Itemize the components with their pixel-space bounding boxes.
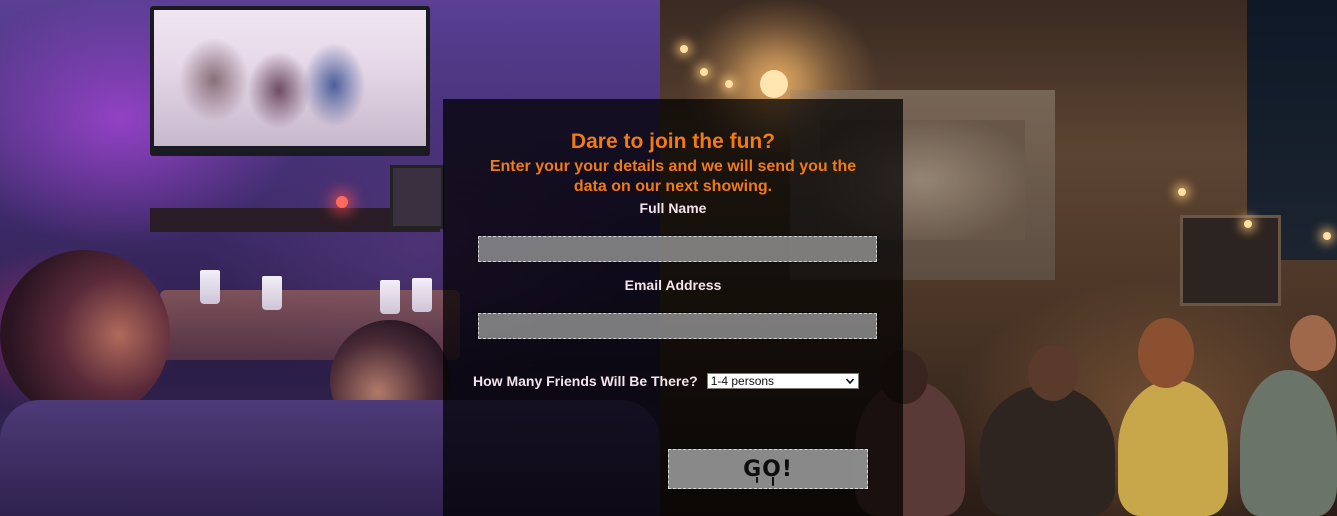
drip-decoration [772, 477, 774, 486]
tv-screen [154, 10, 426, 146]
string-light [725, 80, 733, 88]
friends-count-row: How Many Friends Will Be There? 1-4 pers… [473, 371, 859, 391]
picture-frame [390, 165, 444, 229]
person-silhouette [980, 385, 1115, 516]
signup-form-panel: Dare to join the fun? Enter your your de… [443, 99, 903, 516]
page: Dare to join the fun? Enter your your de… [0, 0, 1337, 516]
tv-image [150, 6, 430, 156]
friends-count-selected-value: 1-4 persons [710, 374, 775, 388]
string-light [1244, 220, 1252, 228]
form-subtitle: Enter your your details and we will send… [489, 158, 857, 195]
cup [200, 270, 220, 304]
drip-decoration [756, 477, 758, 483]
go-button-label: GO! [743, 456, 793, 482]
cup [380, 280, 400, 314]
full-name-label: Full Name [639, 200, 707, 216]
person-head [1290, 315, 1336, 371]
person-silhouette [1240, 370, 1337, 516]
form-title: Dare to join the fun? [570, 130, 776, 153]
chevron-down-icon [845, 378, 854, 385]
string-light [700, 68, 708, 76]
person-head [1138, 318, 1194, 388]
string-light [1323, 232, 1331, 240]
person-silhouette [0, 250, 170, 420]
lamp-light [760, 70, 788, 98]
cup [262, 276, 282, 310]
friends-count-select[interactable]: 1-4 persons [706, 373, 859, 389]
person-head [1028, 345, 1078, 401]
window [1180, 215, 1281, 306]
friends-count-label: How Many Friends Will Be There? [473, 373, 698, 389]
candle-light [336, 196, 348, 208]
email-label: Email Address [624, 277, 722, 293]
full-name-input[interactable] [477, 235, 878, 263]
email-input[interactable] [477, 312, 878, 340]
cup [412, 278, 432, 312]
go-button[interactable]: GO! [667, 448, 869, 490]
string-light [1178, 188, 1186, 196]
string-light [680, 45, 688, 53]
person-silhouette [1118, 380, 1228, 516]
